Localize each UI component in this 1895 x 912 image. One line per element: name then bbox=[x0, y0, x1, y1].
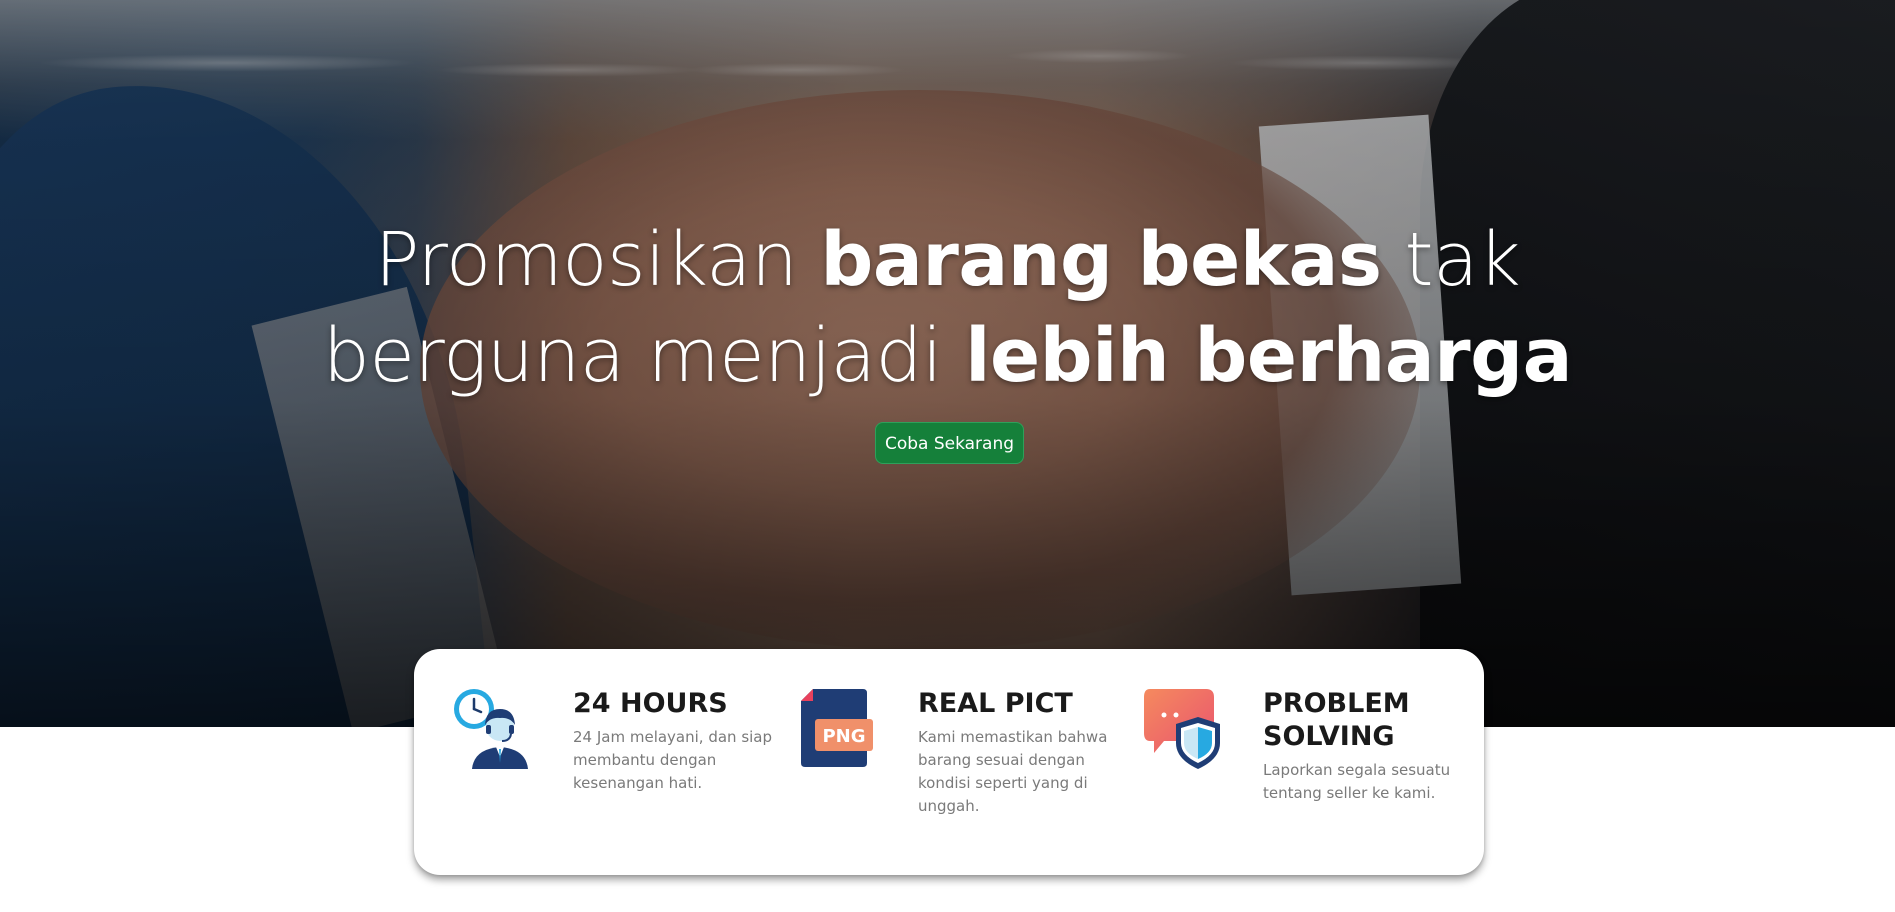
png-file-icon: PNG bbox=[801, 689, 873, 767]
feature-text: 24 HOURS 24 Jam melayani, dan siap memba… bbox=[573, 687, 773, 795]
hero-headline-line-1: Promosikan barang bekas tak bbox=[0, 212, 1895, 308]
svg-text:PNG: PNG bbox=[822, 726, 865, 747]
features-card: 24 HOURS 24 Jam melayani, dan siap memba… bbox=[414, 649, 1484, 875]
feature-text: PROBLEM SOLVING Laporkan segala sesuatu … bbox=[1263, 687, 1463, 805]
feature-24-hours: 24 HOURS 24 Jam melayani, dan siap memba… bbox=[414, 687, 772, 847]
feature-description: Laporkan segala sesuatu tentang seller k… bbox=[1263, 761, 1451, 802]
hero-headline: Promosikan barang bekas tak berguna menj… bbox=[0, 212, 1895, 404]
feature-problem-solving: PROBLEM SOLVING Laporkan segala sesuatu … bbox=[1104, 687, 1450, 847]
try-now-button[interactable]: Coba Sekarang bbox=[875, 422, 1024, 464]
hero-headline-line-2: berguna menjadi lebih berharga bbox=[0, 308, 1895, 404]
feature-description: Kami memastikan bahwa barang sesuai deng… bbox=[918, 728, 1108, 815]
headline-bold-text: lebih berharga bbox=[965, 313, 1573, 399]
feature-text: REAL PICT Kami memastikan bahwa barang s… bbox=[918, 687, 1118, 818]
customer-service-icon bbox=[454, 689, 528, 769]
feature-title: REAL PICT bbox=[918, 688, 1073, 719]
headline-light-text: tak bbox=[1381, 217, 1521, 303]
headline-bold-text: barang bekas bbox=[820, 217, 1382, 303]
headline-light-text: berguna menjadi bbox=[322, 313, 966, 399]
headline-light-text: Promosikan bbox=[374, 217, 821, 303]
feature-real-pict: PNG REAL PICT Kami memastikan bahwa bara… bbox=[759, 687, 1107, 847]
feature-title: PROBLEM SOLVING bbox=[1263, 688, 1410, 752]
feature-description: 24 Jam melayani, dan siap membantu denga… bbox=[573, 728, 773, 792]
shield-chat-icon bbox=[1144, 689, 1220, 769]
feature-title: 24 HOURS bbox=[573, 688, 728, 719]
